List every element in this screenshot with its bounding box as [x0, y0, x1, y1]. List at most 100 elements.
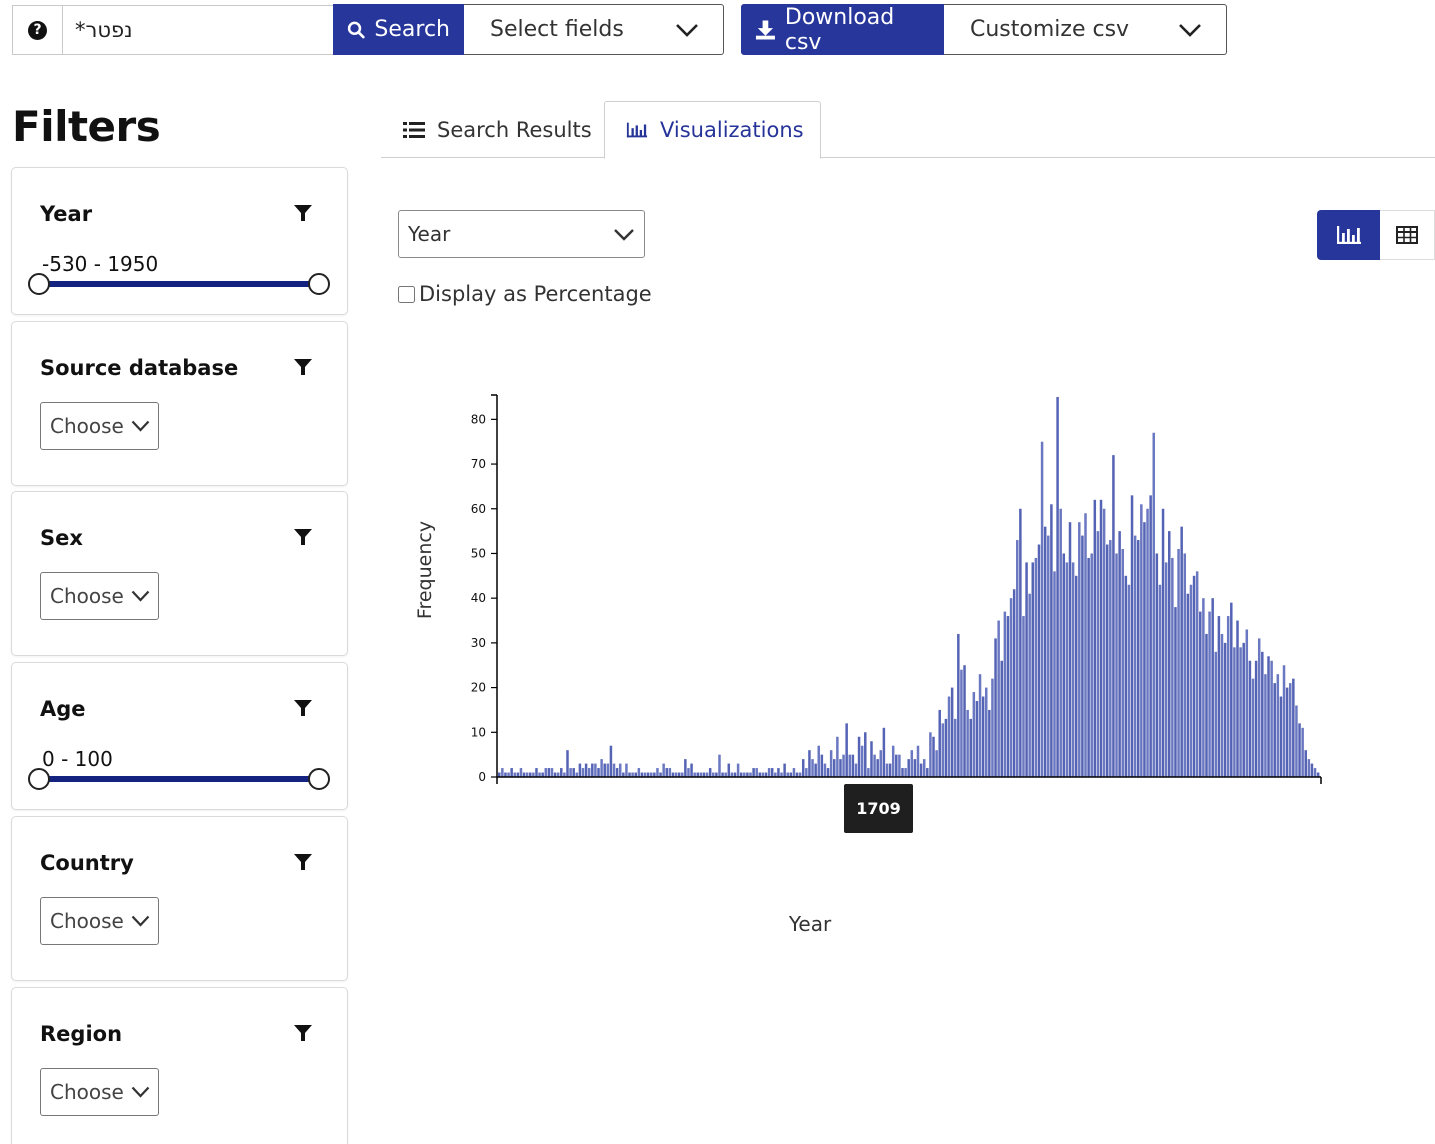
year-range-slider[interactable] — [28, 273, 330, 295]
y-tick-label: 60 — [471, 502, 486, 516]
chart-view-button[interactable] — [1317, 210, 1380, 260]
bar-chart-icon — [626, 122, 648, 138]
country-select-value: Choose — [50, 909, 124, 933]
display-percentage-checkbox[interactable] — [398, 285, 415, 303]
histogram-bar — [718, 754, 721, 777]
funnel-icon[interactable] — [294, 528, 312, 546]
chart-tooltip: 1709 — [844, 784, 913, 833]
histogram-bar — [584, 763, 588, 777]
histogram-bar — [1071, 562, 1075, 777]
histogram-bar — [1292, 678, 1295, 777]
bar-chart-icon — [1336, 226, 1361, 244]
table-view-button[interactable] — [1380, 210, 1435, 260]
variable-select[interactable]: Year — [398, 210, 645, 258]
histogram-bar — [770, 768, 774, 777]
histogram-bar — [1096, 531, 1100, 777]
y-tick-label: 0 — [478, 770, 486, 784]
histogram-bar — [1040, 441, 1044, 777]
histogram-bar — [618, 763, 622, 777]
histogram-bar — [1022, 616, 1025, 777]
histogram-bar — [879, 750, 883, 777]
histogram-bar — [1171, 557, 1174, 777]
customize-csv-dropdown[interactable]: Customize csv — [944, 4, 1227, 55]
histogram-bar — [913, 759, 917, 777]
histogram-bar — [969, 718, 972, 777]
histogram-bar — [1298, 723, 1301, 777]
year-range-max-handle[interactable] — [308, 273, 330, 295]
histogram-bar — [1090, 553, 1093, 777]
search-button[interactable]: Search — [333, 4, 464, 55]
question-icon: ? — [28, 20, 47, 40]
magnifier-icon — [347, 21, 365, 38]
histogram-bar — [1192, 575, 1196, 777]
histogram-bar — [1205, 633, 1208, 777]
histogram-bar — [603, 763, 606, 777]
year-histogram-chart: 0 10 20 30 40 50 60 70 80 Frequency Year — [414, 394, 1322, 936]
histogram-bar — [755, 768, 758, 777]
chevron-down-icon — [131, 590, 150, 602]
histogram-bar — [975, 701, 979, 777]
tab-search-results[interactable]: Search Results — [403, 101, 592, 158]
display-percentage-toggle[interactable]: Display as Percentage — [398, 282, 652, 306]
region-select[interactable]: Choose — [40, 1068, 159, 1116]
histogram-bar — [888, 763, 892, 777]
histogram-bar — [1270, 660, 1273, 777]
histogram-bar — [864, 732, 867, 777]
histogram-bar — [1248, 660, 1252, 777]
source-database-filter-title: Source database — [40, 356, 239, 380]
histogram-bar — [1233, 647, 1236, 777]
x-axis-title: Year — [788, 912, 832, 936]
histogram-bar — [1047, 535, 1050, 777]
funnel-icon[interactable] — [294, 204, 312, 222]
funnel-icon[interactable] — [294, 1024, 312, 1042]
histogram-bar — [1050, 504, 1053, 777]
histogram-bar — [668, 768, 672, 777]
search-input[interactable] — [62, 5, 334, 55]
funnel-icon[interactable] — [294, 358, 312, 376]
year-range-min-handle[interactable] — [28, 273, 50, 295]
year-range-label: -530 - 1950 — [42, 252, 159, 276]
histogram-bar — [736, 763, 740, 777]
sex-select[interactable]: Choose — [40, 572, 159, 620]
histogram-bar — [854, 763, 858, 777]
source-database-select[interactable]: Choose — [40, 402, 159, 450]
histogram-bar — [1236, 620, 1239, 777]
histogram-bar — [870, 741, 873, 777]
funnel-icon[interactable] — [294, 699, 312, 717]
histogram-bar — [873, 754, 876, 777]
histogram-bar — [1000, 660, 1004, 777]
help-button[interactable]: ? — [12, 5, 62, 55]
download-csv-button[interactable]: Download csv — [741, 4, 944, 55]
histogram-bar — [1155, 553, 1159, 777]
sex-filter-title: Sex — [40, 526, 83, 550]
histogram-bar — [547, 768, 551, 777]
histogram-bar — [569, 768, 572, 777]
histogram-bar — [817, 745, 820, 777]
y-tick-label: 20 — [471, 681, 486, 695]
histogram-bar — [938, 709, 941, 777]
histogram-bar — [572, 768, 575, 777]
histogram-bar — [612, 763, 616, 777]
histogram-bar — [1034, 557, 1038, 777]
histogram-bar — [1025, 562, 1028, 777]
histogram-bar — [1310, 763, 1314, 777]
view-toggle — [1317, 210, 1435, 260]
age-range-slider[interactable] — [28, 768, 330, 790]
select-fields-dropdown[interactable]: Select fields — [464, 4, 724, 55]
histogram-bar — [904, 768, 907, 777]
histogram-bar — [1140, 504, 1143, 777]
histogram-bar — [581, 768, 585, 777]
histogram-bar — [991, 678, 994, 777]
histogram-bar — [1043, 526, 1047, 777]
histogram-bar — [1012, 589, 1016, 777]
age-range-max-handle[interactable] — [308, 768, 330, 790]
histogram-bar — [690, 763, 693, 777]
histogram-bar — [1037, 544, 1041, 777]
funnel-icon[interactable] — [294, 853, 312, 871]
country-filter-title: Country — [40, 851, 134, 875]
age-range-min-handle[interactable] — [28, 768, 50, 790]
histogram-bar — [1093, 499, 1097, 777]
tab-visualizations[interactable]: Visualizations — [604, 101, 821, 159]
country-select[interactable]: Choose — [40, 897, 159, 945]
histogram-bar — [922, 759, 926, 777]
